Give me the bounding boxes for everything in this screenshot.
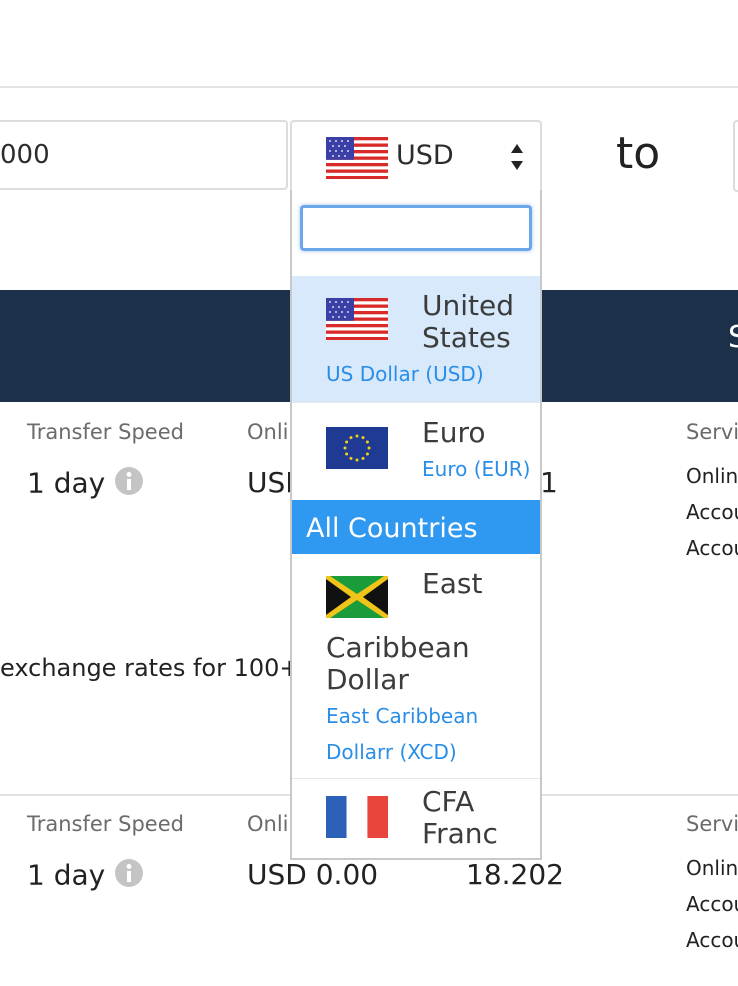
transfer-speed-label: Transfer Speed (27, 420, 184, 444)
transfer-speed-value: 1 day (27, 858, 144, 895)
option-subtitle: Dollarr (XCD) (326, 740, 457, 764)
to-currency-select[interactable] (733, 120, 738, 192)
transfer-speed-label: Transfer Speed (27, 812, 184, 836)
option-subtitle: East Caribbean (326, 704, 479, 728)
info-icon[interactable] (114, 858, 144, 895)
service-item: Onlin (686, 856, 738, 880)
from-currency-select[interactable]: USD (290, 120, 542, 192)
to-label: to (616, 128, 661, 179)
transfer-speed-text: 1 day (27, 858, 106, 892)
group-header-all-countries: All Countries (292, 500, 540, 554)
online-fee-label: Onli (247, 812, 289, 836)
transfer-speed-value: 1 day (27, 466, 144, 503)
option-cfa-franc[interactable]: CFA Franc (292, 780, 540, 858)
service-label: Servi (686, 420, 738, 444)
sort-arrows-icon (510, 142, 524, 176)
online-fee-label: Onli (247, 420, 289, 444)
header-divider (0, 86, 738, 88)
service-label: Servi (686, 812, 738, 836)
service-item: Accou (686, 892, 738, 916)
service-item: Accou (686, 536, 738, 560)
promo-text: exchange rates for 100+ c (0, 654, 321, 682)
info-icon[interactable] (114, 466, 144, 503)
exchange-rate-value: 1 (540, 466, 558, 499)
transfer-speed-text: 1 day (27, 466, 106, 500)
option-name-line: CFA (422, 785, 475, 818)
us-flag-icon (326, 137, 388, 183)
currency-dropdown[interactable]: United States US Dollar (USD) Euro Euro … (290, 190, 542, 860)
option-name-line: Franc (422, 817, 498, 850)
option-name-line: States (422, 321, 511, 354)
jamaica-flag-icon (326, 576, 388, 622)
option-name-line: Caribbean (326, 631, 470, 664)
exchange-rate-value: 18.202 (466, 858, 564, 891)
service-item: Accou (686, 928, 738, 952)
eu-flag-icon (326, 427, 388, 473)
option-name-line: United (422, 289, 514, 322)
service-item: Onlin (686, 464, 738, 488)
option-united-states[interactable]: United States US Dollar (USD) (292, 276, 540, 402)
service-item: Accou (686, 500, 738, 524)
currency-search-input[interactable] (300, 205, 532, 251)
option-name-line: Euro (422, 416, 486, 449)
option-east-caribbean-dollar[interactable]: East Caribbean Dollar East Caribbean Dol… (292, 554, 540, 779)
option-subtitle: Euro (EUR) (422, 457, 531, 481)
from-currency-code: USD (396, 140, 454, 171)
option-euro[interactable]: Euro Euro (EUR) (292, 402, 540, 497)
option-name-line: Dollar (326, 663, 409, 696)
option-subtitle: US Dollar (USD) (326, 362, 484, 386)
online-fee-value: USD 0.00 (247, 858, 379, 891)
amount-input[interactable]: 000 (0, 120, 288, 190)
us-flag-icon (326, 298, 388, 344)
results-header-label: S (728, 320, 738, 355)
option-name-line: East (422, 567, 483, 600)
france-flag-icon (326, 796, 388, 842)
